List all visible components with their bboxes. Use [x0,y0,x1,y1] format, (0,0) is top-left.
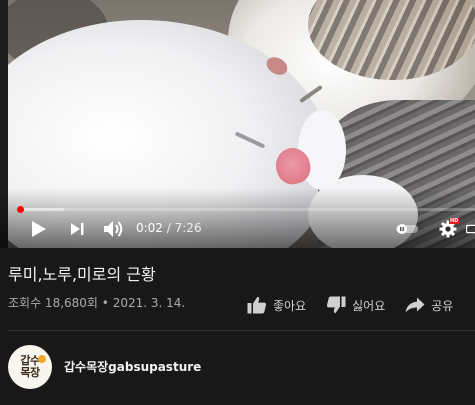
time-total: 7:26 [174,221,202,235]
meta-separator: • [97,296,113,310]
progress-bar[interactable] [17,206,475,213]
upload-date: 2021. 3. 14. [112,296,186,310]
theater-mode-icon [466,224,475,234]
time-current: 0:02 [136,221,163,235]
thumbs-down-icon [327,296,346,314]
hd-badge: HD [449,218,460,224]
progress-buffer [18,208,64,211]
video-player[interactable]: 0:02 / 7:26 HD [0,0,475,248]
time-separator: / [162,221,175,235]
play-button[interactable] [28,218,50,240]
autoplay-toggle[interactable] [394,218,420,240]
volume-icon [104,221,123,237]
share-label: 공유 [431,298,454,313]
divider [8,330,475,331]
logo-line2: 목장 [20,366,40,379]
next-button[interactable] [66,218,88,240]
video-meta: 조회수 18,680회 • 2021. 3. 14. [8,295,185,311]
share-button[interactable]: 공유 [405,297,453,314]
thumbs-up-icon [247,296,267,314]
video-title: 루미,노루,미로의 근황 [8,265,156,284]
like-label: 좋아요 [273,298,307,313]
play-icon [32,221,46,237]
sun-icon [38,355,46,363]
share-arrow-icon [405,297,425,313]
like-button[interactable]: 좋아요 [247,296,306,314]
channel-name[interactable]: 갑수목장gabsupasture [64,359,201,375]
volume-button[interactable] [102,218,126,240]
video-actions: 좋아요 싫어요 공유 [247,294,453,316]
dislike-label: 싫어요 [352,298,386,313]
dislike-button[interactable]: 싫어요 [326,296,385,314]
channel-logo: 갑수 목장 [20,355,40,379]
autoplay-toggle-icon [396,224,418,234]
time-display: 0:02 / 7:26 [136,220,202,236]
next-icon [71,223,84,235]
theater-mode-button[interactable] [466,218,475,240]
view-count: 조회수 18,680회 [8,296,98,310]
channel-avatar[interactable]: 갑수 목장 [8,345,52,389]
